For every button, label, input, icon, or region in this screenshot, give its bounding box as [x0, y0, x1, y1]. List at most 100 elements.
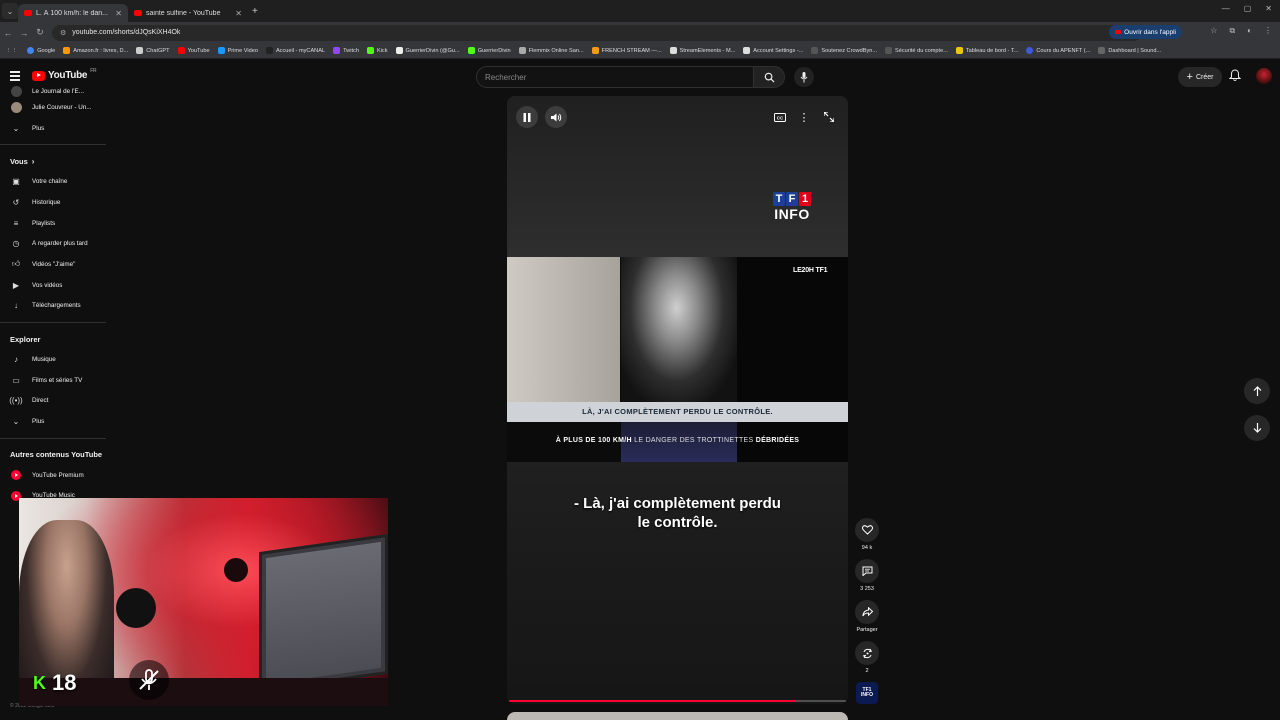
search-button[interactable] — [753, 66, 785, 88]
window-controls: — ▢ ✕ — [1222, 4, 1272, 13]
webcam-lamp — [224, 558, 248, 582]
clip-title-part: DÉBRIDÉES — [755, 437, 800, 444]
subscription-item[interactable]: Le Journal de l'E... — [0, 85, 106, 97]
remix-button[interactable] — [855, 641, 879, 665]
youtube-logo[interactable]: YouTube FR — [32, 68, 97, 81]
sidebar-item-label: YouTube Premium — [32, 471, 84, 479]
sidebar-item-your-videos[interactable]: ▶ Vos vidéos — [0, 275, 106, 296]
sidebar-item-music[interactable]: ♪ Musique — [0, 349, 106, 370]
sidebar-more-subscriptions[interactable]: ⌄ Plus — [0, 118, 106, 139]
sidebar: Le Journal de l'E... Julie Couvreur - Un… — [0, 85, 106, 505]
bookmark-item[interactable]: Twitch — [333, 47, 359, 54]
bookmark-item[interactable]: Soutenez CrowdByn... — [811, 47, 877, 54]
volume-button[interactable] — [545, 106, 567, 128]
profile-icon[interactable]: ◐ — [1247, 26, 1252, 36]
share-icon — [861, 607, 873, 617]
webcam-monitor — [259, 533, 388, 693]
pause-button[interactable] — [516, 106, 538, 128]
divider — [0, 437, 106, 439]
sidebar-item-playlists[interactable]: ≡ Playlists — [0, 213, 106, 234]
account-avatar[interactable] — [1256, 68, 1272, 84]
notifications-bell-icon[interactable] — [1228, 69, 1242, 87]
bookmark-item[interactable]: Google — [27, 47, 55, 54]
bookmark-item[interactable]: Cours du APENFT (... — [1026, 47, 1090, 54]
shorts-player[interactable]: CC ⋮ TF1 INFO LE20H TF1 LÀ, J'AI COMPLÈT… — [507, 96, 848, 704]
comment-icon — [862, 566, 872, 576]
tab-close-icon[interactable]: ✕ — [235, 9, 242, 18]
comments-button[interactable] — [855, 559, 879, 583]
hamburger-menu-icon[interactable] — [10, 71, 20, 81]
bookmark-item[interactable]: Sécurité du compte... — [885, 47, 948, 54]
bookmark-item[interactable]: GuerrierDivin — [467, 47, 511, 54]
share-label: Partager — [856, 627, 878, 633]
minimize-icon[interactable]: — — [1222, 4, 1230, 13]
close-window-icon[interactable]: ✕ — [1265, 4, 1272, 13]
tab-search-icon[interactable]: ⌄ — [2, 3, 18, 19]
sidebar-item-premium[interactable]: YouTube Premium — [0, 465, 106, 486]
youtube-premium-icon — [11, 470, 21, 481]
clip-title-part: À PLUS DE 100 KM/H — [555, 437, 632, 444]
tab-close-icon[interactable]: ✕ — [115, 9, 122, 18]
sidebar-section-you[interactable]: Vous › — [0, 151, 106, 171]
channel-thumbnail[interactable]: TF1 INFO — [856, 682, 878, 704]
more-menu-icon[interactable]: ⋮ — [1264, 26, 1272, 36]
bookmark-star-icon[interactable]: ☆ — [1210, 26, 1217, 36]
subscription-label: Le Journal de l'E... — [32, 87, 84, 95]
like-button[interactable] — [855, 518, 879, 542]
sidebar-item-movies[interactable]: ▭ Films et séries TV — [0, 370, 106, 391]
tf1-wordmark: TF1 — [768, 192, 816, 206]
voice-search-button[interactable] — [794, 67, 814, 87]
apps-icon[interactable]: ⋮⋮ — [6, 48, 17, 54]
sidebar-item-label: À regarder plus tard — [32, 240, 88, 248]
subscription-item[interactable]: Julie Couvreur - Un... — [0, 97, 106, 118]
captions-button[interactable]: CC — [769, 106, 791, 128]
bookmark-item[interactable]: Account Settings -... — [743, 47, 803, 54]
sidebar-item-label: Playlists — [32, 219, 56, 227]
next-short-preview[interactable] — [507, 712, 848, 720]
bookmark-item[interactable]: Tableau de bord - T... — [955, 47, 1018, 54]
reload-icon[interactable]: ↻ — [32, 27, 48, 38]
sidebar-item-live[interactable]: ((•)) Direct — [0, 391, 106, 412]
fullscreen-button[interactable] — [818, 106, 840, 128]
bookmark-item[interactable]: YouTube — [177, 47, 210, 54]
site-info-icon[interactable]: ⚙ — [60, 29, 66, 37]
open-in-app-label: Ouvrir dans l'appli — [1124, 28, 1176, 36]
sidebar-item-watch-later[interactable]: ◷ À regarder plus tard — [0, 233, 106, 254]
create-button[interactable]: + Créer — [1178, 67, 1222, 87]
bookmark-item[interactable]: Amazon.fr : livres, D... — [63, 47, 128, 54]
new-tab-icon[interactable]: + — [252, 6, 258, 17]
url-field[interactable]: ⚙ youtube.com/shorts/dJQsKiXH4Ok — [52, 24, 1142, 41]
open-in-app-button[interactable]: Ouvrir dans l'appli — [1109, 25, 1182, 39]
svg-text:CC: CC — [777, 115, 784, 120]
bookmark-item[interactable]: Kick — [366, 47, 388, 54]
bookmark-item[interactable]: StreamElements - M... — [669, 47, 735, 54]
sidebar-item-downloads[interactable]: ↓ Téléchargements — [0, 296, 106, 317]
maximize-icon[interactable]: ▢ — [1244, 4, 1252, 13]
next-short-button[interactable] — [1244, 415, 1270, 441]
progress-bar[interactable] — [509, 700, 846, 702]
more-options-button[interactable]: ⋮ — [793, 106, 815, 128]
extensions-icon[interactable]: ⧉ — [1229, 26, 1235, 36]
sidebar-item-history[interactable]: ↺ Historique — [0, 192, 106, 213]
youtube-icon — [1115, 30, 1122, 34]
sidebar-item-your-channel[interactable]: ▣ Votre chaîne — [0, 171, 106, 192]
bookmark-item[interactable]: GuerrierDivin (@Gu... — [395, 47, 460, 54]
sidebar-item-liked-videos[interactable]: 👍︎ Vidéos "J'aime" — [0, 254, 106, 275]
bookmark-item[interactable]: FRENCH STREAM —... — [591, 47, 662, 54]
sidebar-item-more[interactable]: ⌄ Plus — [0, 411, 106, 432]
bookmark-item[interactable]: ChatGPT — [136, 47, 170, 54]
back-icon[interactable]: ← — [0, 28, 16, 38]
share-button[interactable] — [855, 600, 879, 624]
bookmark-item[interactable]: Flemmix Online San... — [518, 47, 584, 54]
browser-tab[interactable]: sainte sulfine - YouTube ✕ — [128, 4, 248, 22]
bookmark-item[interactable]: Dashboard | Sound... — [1098, 47, 1161, 54]
bookmark-item[interactable]: Prime Video — [217, 47, 258, 54]
browser-tab-active[interactable]: L. À 100 km/h: le dan... ✕ — [18, 4, 128, 22]
previous-short-button[interactable] — [1244, 378, 1270, 404]
caption-line: le contrôle. — [637, 514, 718, 531]
mic-muted-icon — [139, 669, 159, 690]
search-input[interactable]: Rechercher — [476, 66, 754, 88]
viewer-count-badge: K 18 — [33, 670, 76, 696]
bookmark-item[interactable]: Accueil - myCANAL — [265, 47, 325, 54]
forward-icon[interactable]: → — [16, 28, 32, 38]
